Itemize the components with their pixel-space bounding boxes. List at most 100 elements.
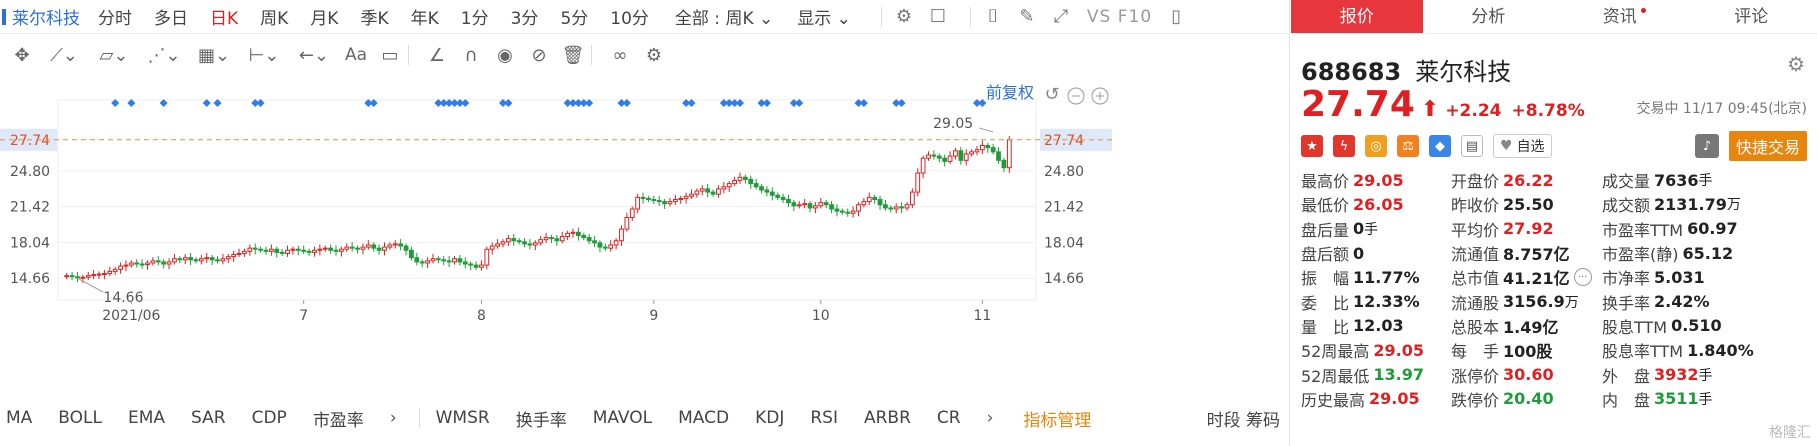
panel-toggle-icon[interactable]: ▯ (1164, 5, 1188, 29)
candle-body (716, 188, 721, 195)
comment-icon[interactable]: ▭ (378, 43, 402, 67)
indicator-item[interactable]: CR (937, 408, 961, 428)
angle-icon[interactable]: ∠ (425, 43, 449, 67)
adjust-mode-button[interactable]: 前复权 (986, 83, 1034, 102)
bell-icon[interactable]: ♪ (1694, 134, 1719, 158)
stat-item: 股息TTM 0.510 (1602, 314, 1812, 338)
eye-icon[interactable]: ◉ (493, 43, 517, 67)
fib-tool-icon[interactable]: ▦⌄ (194, 43, 234, 67)
period-tab[interactable]: 分时 (98, 4, 132, 29)
period-tab[interactable]: 月K (310, 4, 338, 29)
trash-icon[interactable]: 🗑 (561, 43, 585, 67)
period-tab[interactable]: 3分 (511, 4, 539, 29)
chevron-right-icon[interactable]: › (390, 408, 397, 428)
tag-icon[interactable]: ◆ (1429, 135, 1451, 157)
china-flag-icon[interactable]: ★ (1301, 135, 1323, 157)
line-tool-icon[interactable]: ⟋⌄ (44, 43, 84, 67)
text-tool[interactable]: Aa (344, 43, 368, 67)
draw-settings-icon[interactable]: ⚙ (642, 43, 666, 67)
y-tick-label: 18.04 (10, 235, 50, 251)
candle-body (791, 202, 797, 207)
kline-chart[interactable]: 27.74 27.74 24.80 24.80 21.42 21.42 18.04 18.04… (0, 80, 1290, 390)
display-select[interactable]: 显示 ⌄ (797, 4, 851, 29)
layout-square-icon[interactable]: ☐ (926, 5, 950, 29)
period-tab[interactable]: 日K (210, 4, 238, 29)
indicator-manage-button[interactable]: 指标管理 (1023, 406, 1091, 431)
display-label: 显示 (797, 9, 832, 29)
period-tab[interactable]: 1分 (461, 4, 489, 29)
indicator-item[interactable]: ARBR (864, 408, 911, 428)
indicator-item[interactable]: WMSR (436, 408, 490, 428)
indicator-item[interactable]: KDJ (755, 408, 784, 428)
indicator-item[interactable]: 换手率 (516, 406, 567, 431)
period-tab[interactable]: 年K (411, 4, 439, 29)
camera-icon[interactable]: ⌷ (981, 5, 1005, 29)
arrow-tool-icon[interactable]: ←⌄ (294, 43, 334, 67)
stat-label: 盘后额 (1301, 245, 1350, 265)
candle-body (306, 250, 312, 253)
channel-tool-icon[interactable]: ⏥⌄ (94, 43, 134, 67)
indicator-item[interactable]: RSI (810, 408, 838, 428)
indicator-item[interactable]: MACD (678, 408, 729, 428)
wave-tool-icon[interactable]: ⋰⌄ (144, 43, 184, 67)
notebook-icon[interactable]: ▤ (1461, 135, 1483, 157)
indicator-item[interactable]: EMA (128, 408, 165, 428)
candle-body (414, 257, 420, 263)
indicator-item[interactable]: MA (6, 408, 32, 428)
vs-f10-button[interactable]: VS F10 (1087, 7, 1152, 27)
candle-body (753, 183, 759, 188)
coins-icon[interactable]: ◎ (1365, 135, 1387, 157)
range-tool-icon[interactable]: ⊢⌄ (244, 43, 284, 67)
candle-body (225, 256, 231, 260)
indicator-item[interactable]: CDP (252, 408, 287, 428)
symbol-tab[interactable]: 莱尔科技 (2, 4, 80, 29)
link-icon[interactable]: ∞ (608, 43, 632, 67)
stat-unit: 万 (1564, 294, 1579, 311)
quote-tab[interactable]: 报价 (1291, 0, 1423, 33)
candle-body (559, 236, 565, 242)
fullscreen-icon[interactable]: ⤢ (1049, 5, 1073, 29)
candle-body (409, 249, 414, 259)
stats-row: 盘后量 0 手平均价 27.92 市盈率TTM 60.97 (1301, 217, 1813, 241)
stat-value: 12.33% (1353, 292, 1420, 312)
more-icon[interactable]: ··· (1573, 268, 1592, 287)
indicator-item[interactable]: BOLL (58, 408, 102, 428)
chevron-right-icon[interactable]: › (987, 408, 994, 428)
heart-icon: ♥ (1500, 138, 1513, 154)
plot-frame (57, 99, 1037, 301)
balance-icon[interactable]: ⚖ (1397, 135, 1419, 157)
period-tab[interactable]: 季K (360, 4, 388, 29)
candle-body (295, 248, 301, 251)
magnet-icon[interactable]: ∩ (459, 43, 483, 67)
stat-unit: 手 (1698, 391, 1713, 408)
settings-gear-icon[interactable]: ⚙ (892, 5, 916, 29)
period-tab[interactable]: 5分 (560, 4, 588, 29)
quick-trade-button[interactable]: 快捷交易 (1728, 131, 1807, 161)
quote-tabs: 报价 分析 资讯 评论 (1291, 0, 1817, 34)
gear-icon[interactable]: ⚙ (1787, 52, 1805, 76)
stat-value: 65.12 (1682, 243, 1734, 263)
period-tab[interactable]: 周K (260, 4, 288, 29)
quote-tab[interactable]: 分析 (1423, 0, 1555, 33)
lightning-icon[interactable]: ϟ (1333, 135, 1355, 157)
candle-body (850, 210, 856, 214)
session-chip-toggle[interactable]: 时段 筹码 (1207, 406, 1280, 431)
stat-label: 历史最高 (1301, 390, 1366, 410)
period-tab[interactable]: 多日 (154, 4, 188, 29)
full-range-select[interactable]: 全部 : 周K ⌄ (675, 4, 773, 29)
reset-icon[interactable]: ↺ (1044, 84, 1059, 105)
indicator-item[interactable]: 市盈率 (313, 406, 364, 431)
move-icon[interactable]: ✥ (10, 43, 34, 67)
stat-value: 13.97 (1373, 365, 1424, 385)
watchlist-button[interactable]: ♥ 自选 (1493, 134, 1552, 158)
pencil-icon[interactable]: ✎ (1015, 5, 1039, 29)
period-tab[interactable]: 10分 (610, 4, 649, 29)
candle-body (1001, 159, 1007, 169)
indicator-item[interactable]: SAR (191, 408, 226, 428)
candle-body (942, 157, 948, 162)
quote-tab[interactable]: 评论 (1686, 0, 1817, 33)
hide-icon[interactable]: ⊘ (527, 43, 551, 67)
indicator-item[interactable]: MAVOL (593, 408, 652, 428)
quote-tab[interactable]: 资讯 (1554, 0, 1686, 33)
candle-body (91, 274, 97, 277)
